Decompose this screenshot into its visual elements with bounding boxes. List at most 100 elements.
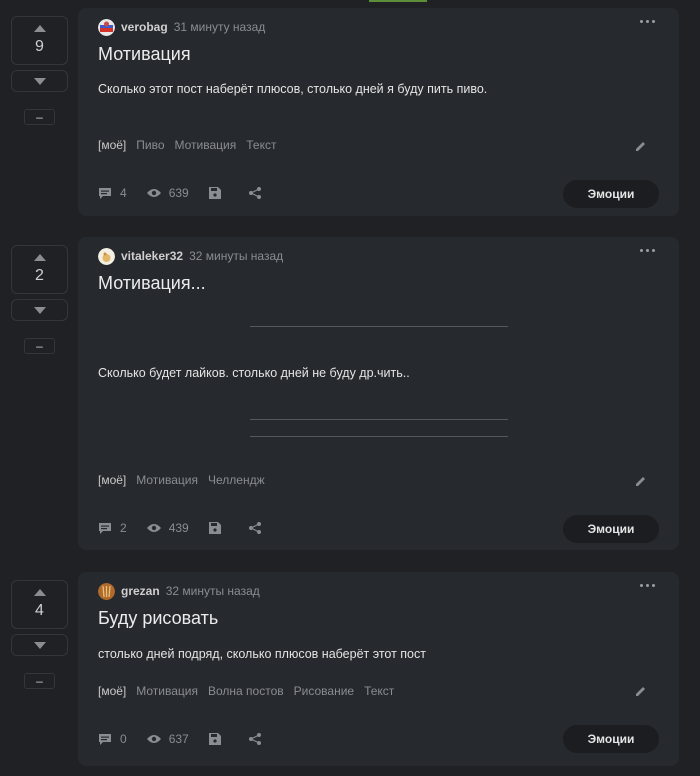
hide-post-button[interactable]: – bbox=[24, 109, 55, 125]
upvote-arrow-icon[interactable] bbox=[33, 254, 46, 261]
pencil-icon[interactable] bbox=[635, 475, 647, 487]
more-dots-icon[interactable] bbox=[640, 249, 655, 252]
tag[interactable]: Волна постов bbox=[208, 684, 284, 698]
post-title[interactable]: Мотивация bbox=[98, 44, 191, 65]
emotions-button[interactable]: Эмоции bbox=[563, 180, 659, 208]
post-time[interactable]: 32 минуты назад bbox=[166, 584, 260, 598]
pencil-icon[interactable] bbox=[635, 140, 647, 152]
tag[interactable]: Мотивация bbox=[175, 138, 237, 152]
comments-button[interactable]: 0 bbox=[98, 732, 127, 746]
views-counter: 639 bbox=[146, 186, 189, 200]
divider bbox=[250, 419, 508, 420]
tag-list: [моё] Пиво Мотивация Текст bbox=[98, 138, 276, 152]
author-row: grezan 32 минуты назад bbox=[98, 582, 260, 600]
post-title[interactable]: Мотивация... bbox=[98, 273, 206, 294]
views-counter: 637 bbox=[146, 732, 189, 746]
share-button[interactable] bbox=[248, 522, 269, 534]
divider bbox=[250, 436, 508, 437]
tag-own[interactable]: [моё] bbox=[98, 684, 126, 698]
share-button[interactable] bbox=[248, 733, 269, 745]
tag[interactable]: Мотивация bbox=[136, 684, 198, 698]
post-text: Сколько будет лайков. столько дней не бу… bbox=[98, 366, 410, 380]
eye-icon bbox=[146, 735, 161, 743]
rating-box: 4 bbox=[11, 580, 68, 629]
action-bar: 2 439 bbox=[98, 521, 289, 535]
upvote-arrow-icon[interactable] bbox=[33, 25, 46, 32]
tag-list: [моё] Мотивация Челлендж bbox=[98, 473, 265, 487]
views-counter: 439 bbox=[146, 521, 189, 535]
emotions-button[interactable]: Эмоции bbox=[563, 725, 659, 753]
rating-box: 2 bbox=[11, 245, 68, 294]
tag-own[interactable]: [моё] bbox=[98, 138, 126, 152]
downvote-arrow-icon bbox=[33, 641, 46, 649]
author-row: vitaleker32 32 минуты назад bbox=[98, 247, 283, 265]
comment-icon bbox=[99, 522, 111, 534]
save-icon bbox=[208, 522, 221, 534]
share-icon bbox=[248, 187, 261, 199]
post-title[interactable]: Буду рисовать bbox=[98, 608, 218, 629]
share-icon bbox=[248, 522, 261, 534]
post-card: grezan 32 минуты назад Буду рисовать сто… bbox=[78, 572, 679, 766]
tag[interactable]: Текст bbox=[364, 684, 394, 698]
save-button[interactable] bbox=[208, 187, 229, 199]
comments-count: 4 bbox=[120, 186, 127, 200]
author-name[interactable]: vitaleker32 bbox=[121, 249, 183, 263]
post-card: verobag 31 минуту назад Мотивация Скольк… bbox=[78, 8, 679, 216]
rating-count: 9 bbox=[35, 38, 44, 55]
tag-list: [моё] Мотивация Волна постов Рисование Т… bbox=[98, 684, 394, 698]
downvote-arrow-icon bbox=[33, 306, 46, 314]
post-card: vitaleker32 32 минуты назад Мотивация...… bbox=[78, 237, 679, 550]
rating-box: 9 bbox=[11, 16, 68, 65]
header-accent-bar bbox=[369, 0, 427, 2]
save-button[interactable] bbox=[208, 733, 229, 745]
more-dots-icon[interactable] bbox=[640, 20, 655, 23]
hide-post-button[interactable]: – bbox=[24, 338, 55, 354]
avatar[interactable] bbox=[98, 18, 115, 36]
hide-post-button[interactable]: – bbox=[24, 673, 55, 689]
rating-count: 2 bbox=[35, 267, 44, 284]
views-count: 639 bbox=[168, 186, 189, 200]
rating-count: 4 bbox=[35, 602, 44, 619]
author-row: verobag 31 минуту назад bbox=[98, 18, 265, 36]
comments-button[interactable]: 2 bbox=[98, 521, 127, 535]
downvote-button[interactable] bbox=[11, 299, 68, 321]
divider bbox=[250, 326, 508, 327]
downvote-arrow-icon bbox=[33, 77, 46, 85]
downvote-button[interactable] bbox=[11, 70, 68, 92]
tag[interactable]: Мотивация bbox=[136, 473, 198, 487]
avatar[interactable] bbox=[98, 582, 115, 600]
views-count: 637 bbox=[168, 732, 189, 746]
save-button[interactable] bbox=[208, 522, 229, 534]
share-button[interactable] bbox=[248, 187, 269, 199]
action-bar: 4 639 bbox=[98, 186, 289, 200]
tag-own[interactable]: [моё] bbox=[98, 473, 126, 487]
share-icon bbox=[248, 733, 261, 745]
eye-icon bbox=[146, 189, 161, 197]
action-bar: 0 637 bbox=[98, 732, 289, 746]
views-count: 439 bbox=[168, 521, 189, 535]
comment-icon bbox=[99, 733, 111, 745]
author-name[interactable]: grezan bbox=[121, 584, 160, 598]
post-text: Сколько этот пост наберёт плюсов, стольк… bbox=[98, 82, 488, 96]
save-icon bbox=[208, 733, 221, 745]
tag[interactable]: Рисование bbox=[294, 684, 354, 698]
eye-icon bbox=[146, 524, 161, 532]
comments-button[interactable]: 4 bbox=[98, 186, 127, 200]
tag[interactable]: Текст bbox=[246, 138, 276, 152]
comments-count: 0 bbox=[120, 732, 127, 746]
downvote-button[interactable] bbox=[11, 634, 68, 656]
post-time[interactable]: 32 минуты назад bbox=[189, 249, 283, 263]
save-icon bbox=[208, 187, 221, 199]
avatar[interactable] bbox=[98, 247, 115, 265]
tag[interactable]: Пиво bbox=[136, 138, 164, 152]
emotions-button[interactable]: Эмоции bbox=[563, 515, 659, 543]
tag[interactable]: Челлендж bbox=[208, 473, 265, 487]
comments-count: 2 bbox=[120, 521, 127, 535]
post-text: столько дней подряд, сколько плюсов набе… bbox=[98, 647, 426, 661]
upvote-arrow-icon[interactable] bbox=[33, 589, 46, 596]
more-dots-icon[interactable] bbox=[640, 584, 655, 587]
pencil-icon[interactable] bbox=[635, 685, 647, 697]
author-name[interactable]: verobag bbox=[121, 20, 168, 34]
comment-icon bbox=[99, 187, 111, 199]
post-time[interactable]: 31 минуту назад bbox=[174, 20, 266, 34]
